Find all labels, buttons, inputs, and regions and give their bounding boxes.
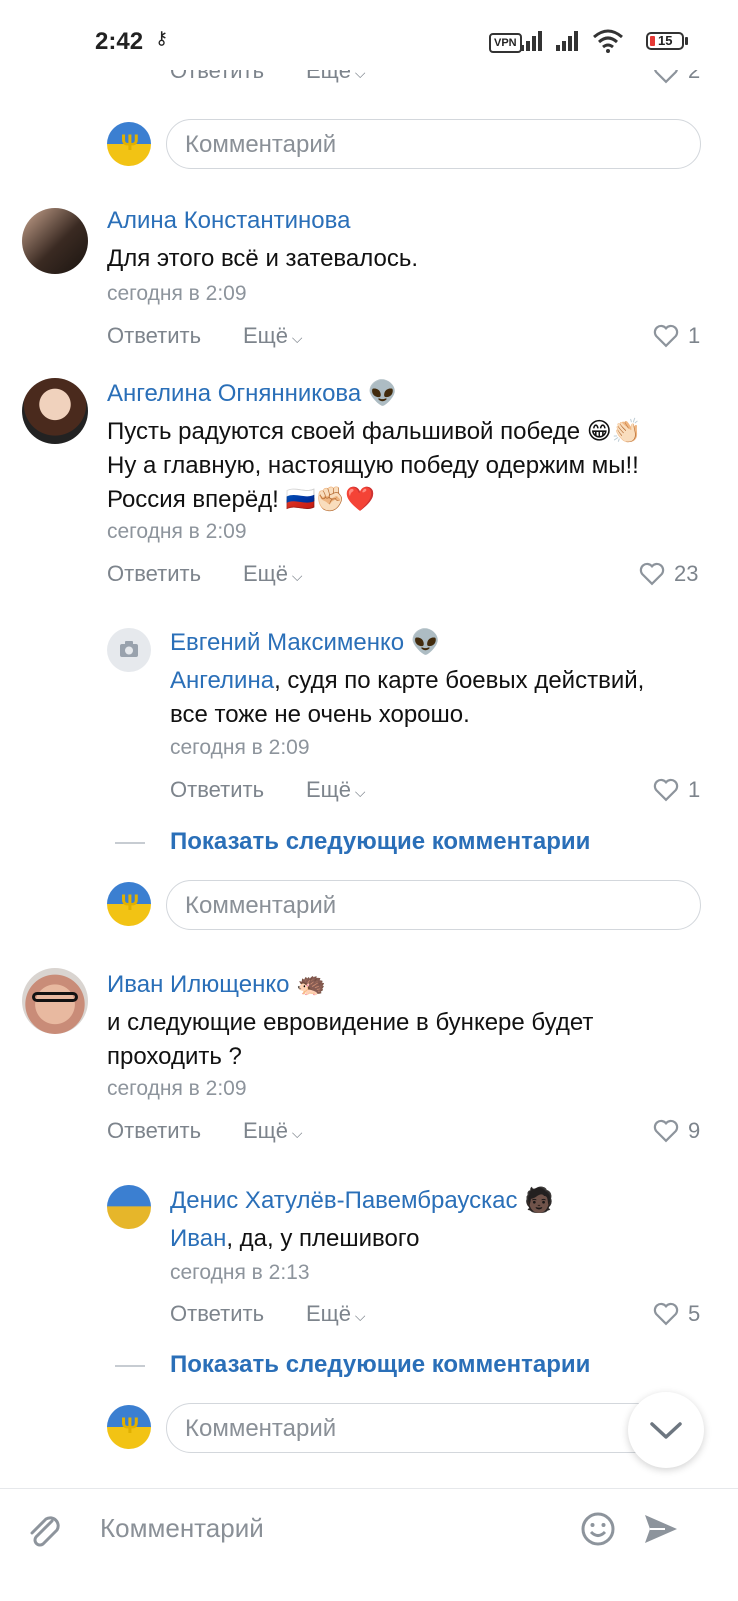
more-button[interactable]: Ещё ⌵: [306, 777, 366, 803]
heart-icon[interactable]: [652, 324, 680, 348]
comment-date: сегодня в 2:09: [107, 282, 247, 305]
avatar[interactable]: [107, 1185, 151, 1229]
comment-date: сегодня в 2:13: [170, 1261, 310, 1284]
comment-date: сегодня в 2:09: [107, 520, 247, 543]
heart-icon[interactable]: [652, 778, 680, 802]
comment-input[interactable]: Комментарий: [166, 119, 701, 169]
mention-link[interactable]: Иван: [170, 1225, 226, 1252]
heart-icon[interactable]: [652, 1119, 680, 1143]
bottom-comment-input[interactable]: Комментарий: [100, 1513, 264, 1544]
divider: [115, 842, 145, 844]
likes-count: 9: [688, 1118, 701, 1143]
status-bar: 2:42 ⚷ VPN 15: [0, 0, 738, 70]
show-more-link[interactable]: Показать следующие комментарии: [170, 828, 590, 856]
vpn-badge: VPN: [489, 33, 522, 53]
comment-author[interactable]: Ангелина Огнянникова 👽: [107, 379, 398, 408]
comment-text-line: Пусть радуются своей фальшивой победе 😁👏…: [107, 418, 642, 445]
comment-input[interactable]: Комментарий: [166, 1403, 701, 1453]
mention-link[interactable]: Ангелина: [170, 667, 274, 694]
user-avatar: Ψ: [107, 1405, 151, 1449]
heart-icon[interactable]: [652, 1302, 680, 1326]
divider: [115, 1365, 145, 1367]
user-avatar: Ψ: [107, 122, 151, 166]
comment-input[interactable]: Комментарий: [166, 880, 701, 930]
heart-icon[interactable]: [638, 562, 666, 586]
reply-button[interactable]: Ответить: [170, 1301, 264, 1327]
comment-text: Иван, да, у плешивого: [170, 1225, 420, 1252]
comment-text: Для этого всё и затевалось.: [107, 245, 419, 272]
likes-count: 5: [688, 1301, 701, 1326]
reply-button[interactable]: Ответить: [107, 323, 201, 349]
more-button[interactable]: Ещё ⌵: [306, 1301, 366, 1327]
chevron-down-icon: [650, 1422, 682, 1439]
battery-icon: 15: [646, 32, 684, 50]
more-button[interactable]: Ещё ⌵: [243, 561, 303, 587]
status-time: 2:42: [95, 28, 144, 55]
avatar[interactable]: [22, 378, 88, 444]
reply-button[interactable]: Ответить: [107, 561, 201, 587]
reply-button[interactable]: Ответить: [107, 1118, 201, 1144]
show-more-link[interactable]: Показать следующие комментарии: [170, 1351, 590, 1379]
paperclip-icon[interactable]: [22, 1509, 66, 1553]
likes-count: 1: [688, 323, 701, 348]
comment-text: Ангелина, судя по карте боевых действий,: [170, 667, 645, 694]
emoji-icon[interactable]: [578, 1509, 618, 1549]
more-button[interactable]: Ещё ⌵: [243, 323, 303, 349]
comment-text-line: все тоже не очень хорошо.: [170, 701, 470, 728]
comment-author[interactable]: Иван Илющенко 🦔: [107, 970, 326, 999]
avatar[interactable]: [22, 968, 88, 1034]
comment-date: сегодня в 2:09: [107, 1077, 247, 1100]
user-avatar: Ψ: [107, 882, 151, 926]
more-button[interactable]: Ещё ⌵: [243, 1118, 303, 1144]
send-icon[interactable]: [641, 1509, 681, 1549]
comment-text-line: Россия вперёд! 🇷🇺✊🏻❤️: [107, 486, 376, 513]
key-icon: ⚷: [155, 28, 169, 48]
avatar[interactable]: [22, 208, 88, 274]
bottom-input-bar: Комментарий: [0, 1488, 738, 1601]
signal-icon: [520, 31, 542, 51]
reply-button[interactable]: Ответить: [170, 777, 264, 803]
likes-count: 23: [674, 561, 699, 586]
comment-text-line: и следующие евровидение в бункере будет: [107, 1009, 594, 1036]
comment-author[interactable]: Денис Хатулёв-Павембраускас 🧑🏿: [170, 1186, 554, 1215]
camera-icon[interactable]: [107, 628, 151, 672]
scroll-down-button[interactable]: [628, 1392, 704, 1468]
comment-author[interactable]: Евгений Максименко 👽: [170, 628, 441, 657]
wifi-icon: [593, 29, 623, 53]
comment-date: сегодня в 2:09: [170, 736, 310, 759]
signal-icon-2: [556, 31, 578, 51]
comment-text-line: Ну а главную, настоящую победу одержим м…: [107, 452, 639, 479]
likes-count: 1: [688, 777, 701, 802]
comment-author[interactable]: Алина Константинова: [107, 207, 350, 235]
comment-text-line: проходить ?: [107, 1043, 242, 1070]
